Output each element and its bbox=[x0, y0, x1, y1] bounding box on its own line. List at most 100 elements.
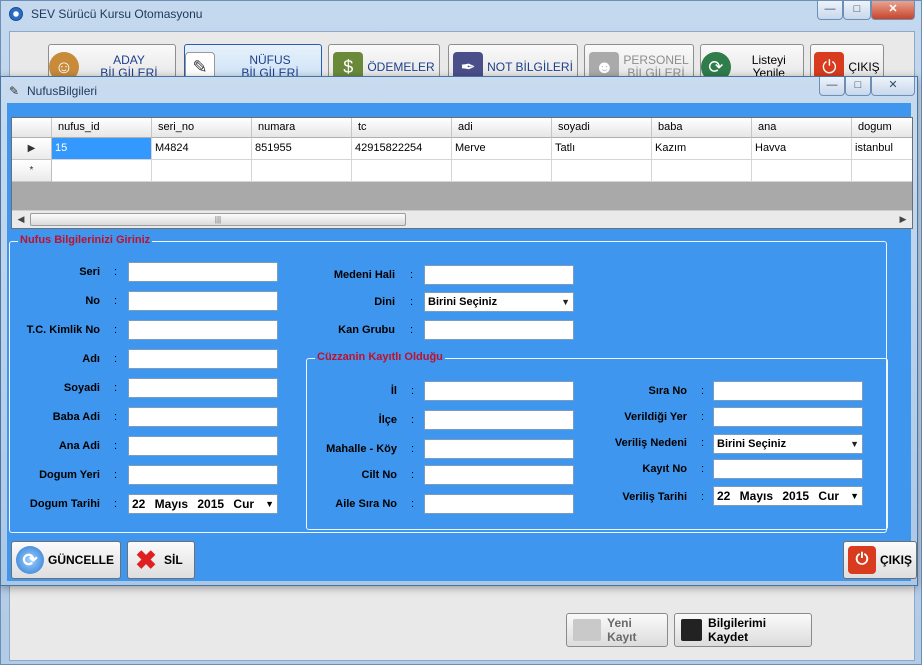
medeni-hali-input[interactable] bbox=[424, 265, 574, 285]
colon: : bbox=[114, 324, 118, 336]
label-medeni-hali: Medeni Hali bbox=[333, 269, 395, 281]
dogum-tarihi-datepicker[interactable]: 22 Mayıs 2015 Cur ▼ bbox=[128, 494, 278, 514]
main-maximize-button[interactable]: □ bbox=[843, 1, 871, 20]
grid-new-cell[interactable] bbox=[52, 160, 152, 182]
column-header-nufus-id[interactable]: nufus_id bbox=[52, 118, 152, 138]
minimize-icon: — bbox=[824, 3, 836, 15]
colon: : bbox=[701, 411, 705, 423]
nav-personel-label-line1: PERSONEL bbox=[623, 53, 689, 67]
label-no: No bbox=[85, 295, 100, 307]
column-header-soyadi[interactable]: soyadi bbox=[552, 118, 652, 138]
label-dini: Dini bbox=[374, 296, 395, 308]
power-icon: ⏻ bbox=[848, 546, 876, 574]
verildigi-yer-input[interactable] bbox=[713, 407, 863, 427]
colon: : bbox=[114, 295, 118, 307]
sira-no-input[interactable] bbox=[713, 381, 863, 401]
label-seri: Seri bbox=[79, 266, 100, 278]
verilis-tarihi-datepicker[interactable]: 22 Mayıs 2015 Cur ▼ bbox=[713, 486, 863, 506]
grid-cell-adi[interactable]: Merve bbox=[452, 138, 552, 160]
bilgilerimi-kaydet-button[interactable]: Bilgilerimi Kaydet bbox=[674, 613, 812, 647]
grid-new-cell[interactable] bbox=[152, 160, 252, 182]
grid-cell-numara[interactable]: 851955 bbox=[252, 138, 352, 160]
main-close-button[interactable]: ✕ bbox=[871, 1, 915, 20]
label-sira-no: Sıra No bbox=[648, 385, 687, 397]
row-header-new[interactable]: * bbox=[12, 160, 52, 182]
child-minimize-button[interactable]: — bbox=[819, 77, 845, 96]
sil-button[interactable]: ✖ SİL bbox=[127, 541, 195, 579]
il-input[interactable] bbox=[424, 381, 574, 401]
column-header-tc[interactable]: tc bbox=[352, 118, 452, 138]
yeni-kayit-label: Yeni Kayıt bbox=[607, 616, 637, 644]
kayit-no-input[interactable] bbox=[713, 459, 863, 479]
column-header-numara[interactable]: numara bbox=[252, 118, 352, 138]
close-icon: ✕ bbox=[888, 79, 898, 91]
grid-new-cell[interactable] bbox=[552, 160, 652, 182]
grid-cell-nufus-id[interactable]: 15 bbox=[52, 138, 152, 160]
grid-new-cell[interactable] bbox=[352, 160, 452, 182]
baba-adi-input[interactable] bbox=[128, 407, 278, 427]
scroll-left-icon[interactable]: ◀ bbox=[14, 213, 28, 226]
colon: : bbox=[411, 443, 415, 455]
guncelle-label: GÜNCELLE bbox=[48, 553, 114, 567]
verilis-nedeni-select[interactable]: Birini Seçiniz ▼ bbox=[713, 434, 863, 454]
grid-new-cell[interactable] bbox=[452, 160, 552, 182]
cuzdan-group: Cüzzanin Kayıtlı Olduğu İl : İlçe : Maha… bbox=[306, 351, 888, 530]
guncelle-button[interactable]: ⟳ GÜNCELLE bbox=[11, 541, 121, 579]
grid-cell-tc[interactable]: 42915822254 bbox=[352, 138, 452, 160]
grid-new-cell[interactable] bbox=[852, 160, 912, 182]
soyadi-input[interactable] bbox=[128, 378, 278, 398]
grid-new-cell[interactable] bbox=[752, 160, 852, 182]
label-verildigi-yer: Verildiği Yer bbox=[624, 411, 687, 423]
no-input[interactable] bbox=[128, 291, 278, 311]
nav-cikis-label: ÇIKIŞ bbox=[848, 59, 880, 74]
scroll-right-icon[interactable]: ▶ bbox=[896, 213, 910, 226]
child-cikis-button[interactable]: ⏻ ÇIKIŞ bbox=[843, 541, 917, 579]
column-header-seri-no[interactable]: seri_no bbox=[152, 118, 252, 138]
seri-input[interactable] bbox=[128, 262, 278, 282]
column-header-dogum[interactable]: dogum bbox=[852, 118, 912, 138]
label-dogum-yeri: Dogum Yeri bbox=[39, 469, 100, 481]
dogum-yeri-input[interactable] bbox=[128, 465, 278, 485]
maximize-icon: □ bbox=[854, 79, 862, 91]
child-close-button[interactable]: ✕ bbox=[871, 77, 915, 96]
column-header-ana[interactable]: ana bbox=[752, 118, 852, 138]
row-header-current[interactable]: ▶ bbox=[12, 138, 52, 160]
ilce-input[interactable] bbox=[424, 410, 574, 430]
grid-horizontal-scrollbar[interactable]: ◀ ||| ▶ bbox=[12, 210, 912, 228]
nufus-data-grid[interactable]: nufus_id seri_no numara tc adi soyadi ba… bbox=[11, 117, 913, 229]
colon: : bbox=[701, 385, 705, 397]
child-cikis-label: ÇIKIŞ bbox=[880, 553, 913, 567]
column-header-baba[interactable]: baba bbox=[652, 118, 752, 138]
grid-cell-seri-no[interactable]: M4824 bbox=[152, 138, 252, 160]
colon: : bbox=[114, 469, 118, 481]
colon: : bbox=[701, 437, 705, 449]
nufus-group-title: Nufus Bilgilerinizi Giriniz bbox=[18, 234, 153, 246]
grid-cell-ana[interactable]: Havva bbox=[752, 138, 852, 160]
tc-kimlik-no-input[interactable] bbox=[128, 320, 278, 340]
adi-input[interactable] bbox=[128, 349, 278, 369]
yeni-kayit-button[interactable]: Yeni Kayıt bbox=[566, 613, 668, 647]
kan-grubu-input[interactable] bbox=[424, 320, 574, 340]
scroll-thumb[interactable]: ||| bbox=[30, 213, 406, 226]
cilt-no-input[interactable] bbox=[424, 465, 574, 485]
verilis-tarihi-value: 22 Mayıs 2015 Cur bbox=[717, 489, 840, 503]
grid-cell-dogum[interactable]: istanbul bbox=[852, 138, 912, 160]
mahalle-koy-input[interactable] bbox=[424, 439, 574, 459]
colon: : bbox=[114, 382, 118, 394]
main-minimize-button[interactable]: — bbox=[817, 1, 843, 20]
label-mahalle-koy: Mahalle - Köy bbox=[326, 443, 397, 455]
folder-add-icon bbox=[573, 619, 602, 641]
dini-select[interactable]: Birini Seçiniz ▼ bbox=[424, 292, 574, 312]
grid-new-cell[interactable] bbox=[652, 160, 752, 182]
chevron-down-icon: ▼ bbox=[263, 495, 274, 513]
grid-cell-soyadi[interactable]: Tatlı bbox=[552, 138, 652, 160]
grid-new-cell[interactable] bbox=[252, 160, 352, 182]
child-maximize-button[interactable]: □ bbox=[845, 77, 871, 96]
column-header-adi[interactable]: adi bbox=[452, 118, 552, 138]
feather-icon: ✎ bbox=[9, 84, 20, 98]
ana-adi-input[interactable] bbox=[128, 436, 278, 456]
aile-sira-no-input[interactable] bbox=[424, 494, 574, 514]
colon: : bbox=[701, 463, 705, 475]
grid-cell-baba[interactable]: Kazım bbox=[652, 138, 752, 160]
cuzdan-group-title: Cüzzanin Kayıtlı Olduğu bbox=[315, 351, 445, 363]
